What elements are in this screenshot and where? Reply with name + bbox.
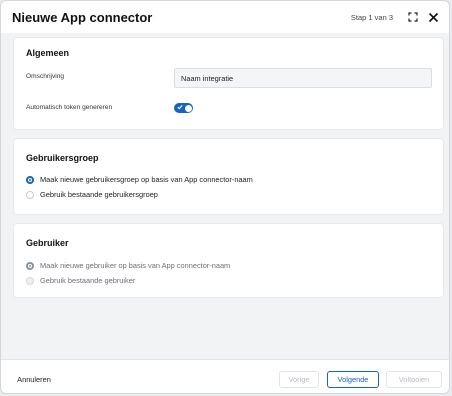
user-option-new: Maak nieuwe gebruiker op basis van App c… xyxy=(26,261,230,270)
description-input[interactable] xyxy=(174,68,432,88)
description-label: Omschrijving xyxy=(26,73,65,80)
next-button[interactable]: Volgende xyxy=(327,371,379,388)
previous-button: Vorige xyxy=(279,371,319,388)
usergroup-option-existing-label: Gebruik bestaande gebruikersgroep xyxy=(40,190,158,199)
radio-selected-disabled xyxy=(26,261,34,270)
usergroup-section: Gebruikersgroep Maak nieuwe gebruikersgr… xyxy=(13,138,444,215)
step-indicator: Stap 1 van 3 xyxy=(350,12,393,22)
user-heading: Gebruiker xyxy=(26,238,69,248)
radio-unselected[interactable] xyxy=(26,190,34,199)
toggle-knob xyxy=(184,104,192,112)
user-option-new-label: Maak nieuwe gebruiker op basis van App c… xyxy=(40,261,231,270)
usergroup-heading: Gebruikersgroep xyxy=(26,153,99,163)
general-heading: Algemeen xyxy=(26,48,70,58)
cancel-button[interactable]: Annuleren xyxy=(14,371,54,388)
general-section: Algemeen Omschrijving Automatisch token … xyxy=(13,37,444,130)
radio-unselected-disabled xyxy=(26,276,34,285)
finish-button: Voltooien xyxy=(386,371,442,388)
auto-token-label: Automatisch token genereren xyxy=(26,104,113,111)
close-icon[interactable] xyxy=(425,9,441,25)
app-connector-dialog: Nieuwe App connector Stap 1 van 3 Algeme… xyxy=(0,0,450,394)
check-icon xyxy=(177,105,183,110)
dialog-header: Nieuwe App connector Stap 1 van 3 xyxy=(1,1,449,33)
dialog-title: Nieuwe App connector xyxy=(12,9,153,25)
expand-icon[interactable] xyxy=(405,9,421,25)
usergroup-option-new-label: Maak nieuwe gebruikersgroep op basis van… xyxy=(40,175,253,184)
radio-selected[interactable] xyxy=(26,175,34,184)
user-section: Gebruiker Maak nieuwe gebruiker op basis… xyxy=(13,223,444,298)
auto-token-toggle[interactable] xyxy=(174,103,193,113)
usergroup-option-new[interactable]: Maak nieuwe gebruikersgroep op basis van… xyxy=(26,175,253,184)
user-option-existing-label: Gebruik bestaande gebruiker xyxy=(40,276,136,285)
usergroup-option-existing[interactable]: Gebruik bestaande gebruikersgroep xyxy=(26,190,158,199)
user-option-existing: Gebruik bestaande gebruiker xyxy=(26,276,135,285)
dialog-footer: Annuleren Vorige Volgende Voltooien xyxy=(1,359,449,393)
